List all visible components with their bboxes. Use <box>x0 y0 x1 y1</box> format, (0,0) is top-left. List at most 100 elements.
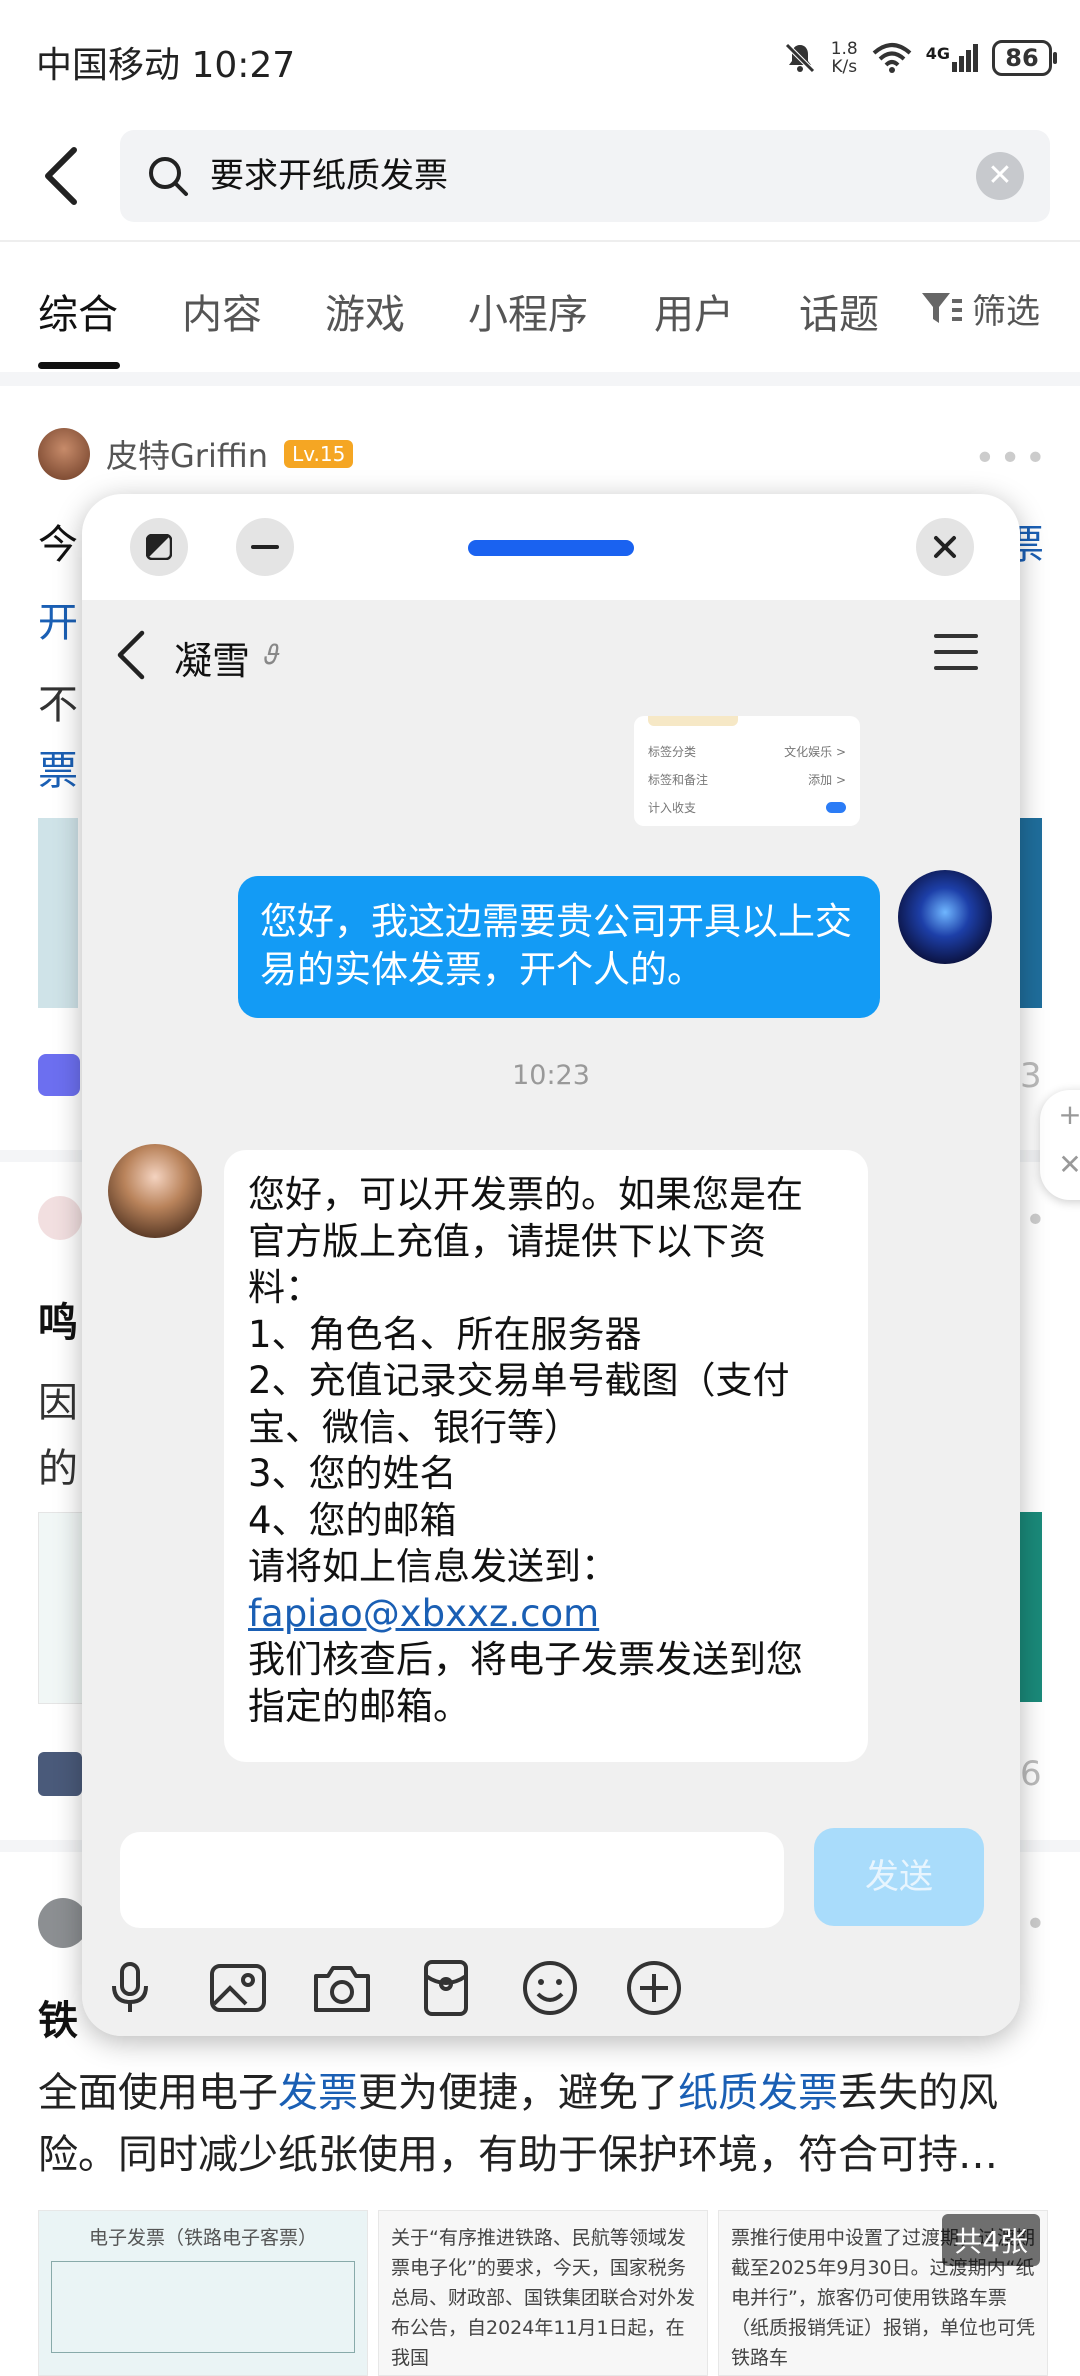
back-arrow-icon[interactable] <box>116 630 146 680</box>
message-line: 料： <box>248 1266 322 1309</box>
post-snippet-fragment: 不 <box>38 682 78 728</box>
post-image[interactable]: 电子发票（铁路电子客票） <box>38 2210 368 2376</box>
message-line: 2、充值记录交易单号截图（支付 <box>248 1359 790 1402</box>
email-link[interactable]: fapiao@xbxxz.com <box>248 1591 844 1638</box>
snippet-highlight: 纸质发票 <box>678 2070 838 2116</box>
send-button[interactable]: 发送 <box>814 1828 984 1926</box>
more-options-icon[interactable]: ••• <box>974 438 1050 479</box>
tab-all[interactable]: 综合 <box>38 282 118 340</box>
image-icon[interactable] <box>206 1956 270 2020</box>
snippet-text: 更为便捷，避免了 <box>358 2070 678 2116</box>
post-title-fragment[interactable]: 铁 <box>38 1988 78 2046</box>
message-line: 请将如上信息发送到： <box>248 1545 618 1588</box>
network-type: 4G <box>925 44 950 63</box>
back-arrow-icon[interactable] <box>40 146 84 206</box>
level-badge: Lv.15 <box>284 440 354 468</box>
clear-icon[interactable]: ✕ <box>976 152 1024 200</box>
tab-content[interactable]: 内容 <box>182 282 262 340</box>
contact-name: 凝雪 <box>174 639 251 683</box>
close-icon[interactable] <box>916 518 974 576</box>
message-input[interactable] <box>120 1832 784 1928</box>
received-message-bubble[interactable]: 您好，可以开发票的。如果您是在 官方版上充值，请提供下以下资 料： 1、角色名、… <box>224 1150 868 1762</box>
message-line: 4、您的邮箱 <box>248 1498 457 1542</box>
post-snippet-fragment: 因 <box>38 1380 78 1426</box>
carrier-time: 中国移动 10:27 <box>36 45 296 86</box>
filter-icon <box>922 292 962 323</box>
expand-icon[interactable] <box>130 518 188 576</box>
composer: 发送 <box>82 1808 1020 2036</box>
net-speed-value: 1.8 <box>830 39 858 59</box>
red-packet-icon[interactable] <box>414 1956 478 2020</box>
microphone-icon[interactable] <box>98 1956 162 2020</box>
avatar[interactable] <box>108 1144 202 1238</box>
group-icon[interactable] <box>38 1054 80 1096</box>
ear-icon[interactable]: 𝜗 <box>264 638 279 672</box>
status-bar: 中国移动 10:27 1.8 K/s 4G 86 <box>0 0 1080 120</box>
thumb-caption: 电子发票（铁路电子客票） <box>88 2227 317 2249</box>
menu-icon[interactable] <box>934 634 978 670</box>
post-image[interactable]: 关于“有序推进铁路、民航等领域发票电子化”的要求，今天，国家税务总局、财政部、国… <box>378 2210 708 2376</box>
emoji-icon[interactable] <box>518 1956 582 2020</box>
message-line: 指定的邮箱。 <box>248 1684 470 1728</box>
post-image[interactable] <box>38 818 78 1008</box>
tab-users[interactable]: 用户 <box>654 282 734 340</box>
post-title-fragment[interactable]: 鸣 <box>38 1290 78 1348</box>
signal-icon: 4G <box>926 44 978 72</box>
section-separator <box>0 372 1080 386</box>
image-message[interactable]: 标签分类 文化娱乐 > 标签和备注 添加 > 计入收支 <box>634 716 860 826</box>
post-title-fragment[interactable]: 今 <box>38 512 78 570</box>
snippet-text: 全面使用电子 <box>38 2070 278 2116</box>
search-query[interactable]: 要求开纸质发票 <box>210 152 448 200</box>
message-line: 我们核查后，将电子发票发送到您 <box>248 1638 803 1681</box>
post-image[interactable] <box>1018 818 1042 1008</box>
divider <box>0 240 1080 242</box>
preview-label: 计入收支 <box>648 800 697 815</box>
tab-games[interactable]: 游戏 <box>325 282 405 340</box>
post-snippet-fragment: 的 <box>38 1446 78 1492</box>
message-line: 官方版上充值，请提供下以下资 <box>248 1219 766 1263</box>
avatar[interactable] <box>38 428 90 480</box>
message-timestamp: 10:23 <box>512 1060 590 1091</box>
preview-label: 标签和备注 <box>648 772 709 787</box>
net-speed-unit: K/s <box>831 57 858 77</box>
window-controls <box>82 494 1020 600</box>
toggle-switch <box>826 801 846 813</box>
preview-value: 添加 > <box>808 772 846 787</box>
preview-value: 文化娱乐 > <box>784 744 846 759</box>
avatar[interactable] <box>898 870 992 964</box>
post-author[interactable]: 皮特Griffin Lv.15 <box>38 428 354 480</box>
post-image[interactable] <box>1018 1512 1042 1702</box>
active-tab-indicator <box>38 362 120 369</box>
post-title-fragment[interactable]: 开 <box>38 590 78 648</box>
avatar[interactable] <box>38 1196 82 1240</box>
search-icon <box>149 157 188 196</box>
post-snippet-fragment: 票 <box>38 748 78 794</box>
sent-message-bubble[interactable]: 您好，我这边需要贵公司开具以上交易的实体发票，开个人的。 <box>238 876 880 1018</box>
side-count: 3 <box>1020 1056 1042 1096</box>
image-count-badge: 共4张 <box>942 2214 1040 2266</box>
tab-topics[interactable]: 话题 <box>799 282 879 340</box>
tab-mini-programs[interactable]: 小程序 <box>468 282 588 340</box>
post-snippet[interactable]: 全面使用电子发票更为便捷，避免了纸质发票丢失的风险。同时减少纸张使用，有助于保护… <box>38 2062 1048 2186</box>
avatar[interactable] <box>38 1898 88 1948</box>
post-image[interactable] <box>38 1512 84 1704</box>
message-line: 您好，可以开发票的。如果您是在 <box>248 1173 803 1216</box>
battery-indicator: 86 <box>992 40 1057 76</box>
post-image-gallery[interactable]: 电子发票（铁路电子客票） 关于“有序推进铁路、民航等领域发票电子化”的要求，今天… <box>38 2210 1048 2376</box>
filter-button[interactable]: 筛选 <box>920 284 1040 333</box>
wifi-icon <box>872 43 912 73</box>
add-icon[interactable] <box>622 1956 686 2020</box>
avatar[interactable] <box>38 1752 82 1796</box>
camera-icon[interactable] <box>310 1956 374 2020</box>
message-line: 1、角色名、所在服务器 <box>248 1312 642 1356</box>
chat-header: 凝雪 𝜗 <box>82 600 1020 710</box>
composer-toolbar <box>82 1956 1020 2026</box>
minimize-icon[interactable] <box>236 518 294 576</box>
author-name[interactable]: 皮特Griffin <box>106 431 268 477</box>
floating-side-tab[interactable]: + ✕ <box>1040 1090 1080 1200</box>
message-line: 宝、微信、银行等） <box>248 1405 581 1449</box>
preview-label: 标签分类 <box>648 744 697 759</box>
status-icons: 1.8 K/s 4G 86 <box>783 36 1057 80</box>
drag-handle[interactable] <box>468 540 634 556</box>
search-bar[interactable]: 要求开纸质发票 ✕ <box>120 130 1050 222</box>
